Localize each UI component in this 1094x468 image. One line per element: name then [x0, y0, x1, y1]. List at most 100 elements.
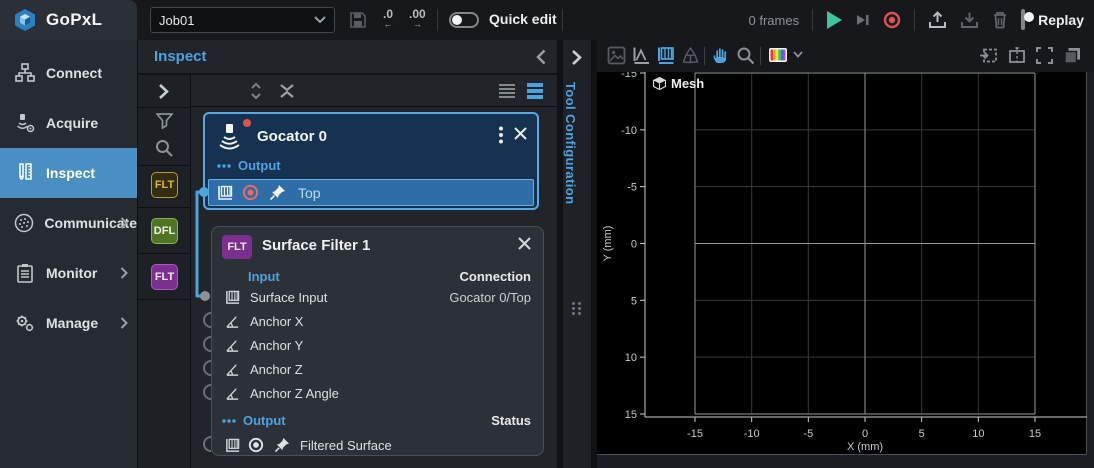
connection-column-header: Connection [460, 269, 532, 284]
sidebar-item-manage[interactable]: Manage [0, 308, 137, 338]
quick-edit-toggle[interactable] [449, 12, 479, 28]
search-tools-icon[interactable] [155, 139, 173, 157]
svg-text:0: 0 [862, 428, 868, 440]
clipboard-icon [14, 263, 36, 283]
surface-filter-tool-card[interactable]: FLT Surface Filter 1 Input Connection Su… [211, 226, 544, 456]
input-row-anchor-x[interactable]: Anchor X [212, 309, 543, 333]
collapse-card-button[interactable] [518, 237, 531, 250]
expand-rail-button[interactable] [158, 83, 169, 100]
download-recording-button[interactable] [960, 11, 979, 29]
toggle-off-icon [1021, 9, 1025, 30]
record-indicator-dot [243, 119, 251, 127]
svg-text:15: 15 [1029, 428, 1041, 440]
svg-text:-15: -15 [687, 428, 703, 440]
rail-badge-flt-1[interactable]: FLT [151, 172, 178, 198]
job-select[interactable]: Job01 [150, 7, 335, 33]
input-row-anchor-z-angle[interactable]: Anchor Z Angle [212, 381, 543, 405]
gopxl-app: GoPxL Job01 .0← .00→ Quick edit 0 frames [0, 0, 1094, 468]
svg-text:-10: -10 [744, 428, 760, 440]
list-view-expanded-button[interactable] [526, 82, 544, 100]
input-row-anchor-y[interactable]: Anchor Y [212, 333, 543, 357]
svg-text:-15: -15 [621, 72, 637, 80]
input-row-anchor-z[interactable]: Anchor Z [212, 357, 543, 381]
tool-list-toolbar [191, 75, 558, 107]
filter-tools-icon[interactable] [156, 113, 173, 129]
record-output-icon[interactable] [242, 184, 259, 201]
svg-text:-5: -5 [803, 428, 813, 440]
pin-output-icon[interactable] [274, 437, 290, 453]
separator [437, 9, 438, 31]
caliper-icon [14, 163, 36, 183]
output-section-label: Output [238, 158, 281, 173]
record-output-icon[interactable] [248, 437, 264, 453]
step-forward-button[interactable] [856, 13, 870, 27]
sidebar-item-label: Inspect [46, 165, 95, 181]
chevron-right-icon [120, 217, 128, 229]
sidebar-item-label: Monitor [46, 265, 97, 281]
image-view-button[interactable] [607, 46, 626, 65]
record-button[interactable] [883, 11, 901, 29]
list-view-compact-button[interactable] [498, 82, 516, 100]
center-view-button[interactable] [1007, 46, 1027, 65]
chevron-right-icon [120, 317, 128, 329]
input-row-label: Anchor X [250, 314, 303, 329]
surface-view-button[interactable] [656, 46, 675, 65]
gopxl-logo-icon [13, 8, 37, 32]
upload-recording-button[interactable] [928, 11, 947, 29]
sidebar-item-inspect[interactable]: Inspect [0, 148, 137, 198]
output-dots-icon [222, 419, 236, 423]
chevron-down-icon[interactable] [793, 51, 803, 58]
surface-data-icon [224, 290, 240, 305]
svg-text:0: 0 [631, 239, 637, 251]
sidebar-item-connect[interactable]: Connect [0, 58, 137, 88]
mesh-3d-view-button[interactable] [681, 46, 700, 65]
fullscreen-button[interactable] [1035, 46, 1054, 65]
chevron-down-icon [314, 16, 326, 24]
svg-text:5: 5 [631, 295, 637, 307]
collapse-all-tools-icon[interactable] [279, 83, 295, 99]
sidebar-item-monitor[interactable]: Monitor [0, 258, 137, 288]
pin-output-icon[interactable] [269, 184, 286, 201]
sort-tools-icon[interactable] [249, 82, 263, 100]
multi-view-layout-button[interactable] [1063, 46, 1082, 65]
sidebar-item-acquire[interactable]: Acquire [0, 108, 137, 138]
collapse-card-button[interactable] [514, 127, 527, 140]
tool-card-title: Surface Filter 1 [262, 237, 370, 254]
collapse-panel-button[interactable] [536, 49, 546, 65]
cube-icon [653, 77, 666, 90]
replay-label: Replay [1038, 12, 1084, 28]
input-row-surface-input[interactable]: Surface Input Gocator 0/Top [212, 285, 543, 309]
zoom-tool-button[interactable] [736, 46, 755, 65]
profile-view-button[interactable] [632, 46, 651, 65]
colormap-palette-button[interactable] [768, 46, 790, 64]
drag-handle-icon[interactable] [572, 302, 582, 315]
rail-badge-flt-2[interactable]: FLT [151, 264, 178, 290]
viewer-toolbar [597, 40, 1094, 72]
output-row-filtered-surface[interactable]: Filtered Surface [212, 433, 543, 457]
viewer-plot-area[interactable]: Mesh -15-10-5051015-15-10-5051015X (mm)Y… [597, 72, 1087, 455]
separator [562, 9, 563, 31]
sensor-icon [14, 113, 36, 133]
svg-text:Y (mm): Y (mm) [602, 226, 614, 262]
pan-tool-button[interactable] [711, 46, 730, 65]
anchor-angle-icon [224, 338, 240, 353]
replay-toggle[interactable] [1021, 11, 1025, 29]
tool-menu-button[interactable] [499, 126, 503, 144]
input-section-label: Input [248, 269, 280, 284]
fit-to-data-button[interactable] [979, 46, 999, 65]
rail-badge-dfl[interactable]: DFL [151, 218, 178, 244]
play-button[interactable] [826, 10, 843, 30]
increase-decimals-button[interactable]: .00→ [409, 8, 426, 28]
svg-text:-5: -5 [627, 182, 637, 194]
expand-panel-button[interactable] [571, 49, 582, 66]
output-row-label: Top [298, 185, 321, 201]
svg-text:10: 10 [972, 428, 984, 440]
gocator-output-row-top[interactable]: Top [208, 179, 534, 206]
sidebar-item-label: Connect [46, 65, 102, 81]
decrease-decimals-button[interactable]: .0← [383, 8, 393, 28]
save-job-button[interactable] [349, 11, 367, 29]
delete-recording-button[interactable] [992, 11, 1008, 29]
gocator-tool-card[interactable]: Gocator 0 Output [203, 112, 539, 210]
tool-configuration-panel-collapsed[interactable]: Tool Configuration [562, 40, 592, 468]
sidebar-item-communicate[interactable]: Communicate [0, 208, 137, 238]
